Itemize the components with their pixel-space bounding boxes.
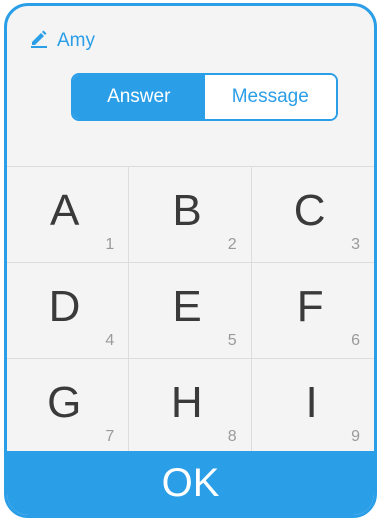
key-number: 7 — [105, 428, 115, 445]
key-number: 6 — [351, 332, 360, 349]
key-g[interactable]: G 7 — [7, 359, 130, 455]
key-letter: F — [296, 281, 324, 331]
mode-toggle: Answer Message — [71, 73, 338, 121]
key-letter: I — [305, 377, 318, 427]
key-number: 1 — [105, 236, 115, 253]
key-e[interactable]: E 5 — [129, 263, 252, 359]
user-name: Amy — [57, 29, 95, 51]
key-i[interactable]: I 9 — [251, 359, 374, 455]
key-number: 3 — [351, 236, 360, 253]
key-letter: D — [48, 281, 81, 331]
key-letter: A — [50, 185, 80, 235]
key-letter: H — [170, 377, 203, 427]
message-tab[interactable]: Message — [204, 75, 336, 119]
key-a[interactable]: A 1 — [7, 167, 130, 263]
header: Amy — [7, 6, 374, 66]
key-c[interactable]: C 3 — [251, 167, 374, 263]
key-letter: G — [47, 377, 82, 427]
key-letter: B — [172, 185, 202, 235]
answer-pad: Amy Answer Message A 1 B 2 C 3 D 4 E 5 F… — [4, 3, 377, 518]
key-number: 9 — [351, 428, 360, 445]
key-number: 2 — [227, 236, 237, 253]
answer-key-grid: A 1 B 2 C 3 D 4 E 5 F 6 G 7 H 8 I 9 — [7, 166, 374, 455]
key-b[interactable]: B 2 — [129, 167, 252, 263]
key-letter: C — [293, 185, 326, 235]
key-d[interactable]: D 4 — [7, 263, 130, 359]
key-f[interactable]: F 6 — [251, 263, 374, 359]
key-h[interactable]: H 8 — [129, 359, 252, 455]
user-edit[interactable]: Amy — [29, 28, 95, 53]
answer-tab[interactable]: Answer — [73, 75, 205, 119]
key-number: 8 — [227, 428, 237, 445]
pencil-icon — [29, 28, 49, 53]
key-number: 4 — [105, 332, 115, 349]
key-number: 5 — [227, 332, 237, 349]
ok-button[interactable]: OK — [7, 451, 374, 515]
key-letter: E — [172, 281, 202, 331]
